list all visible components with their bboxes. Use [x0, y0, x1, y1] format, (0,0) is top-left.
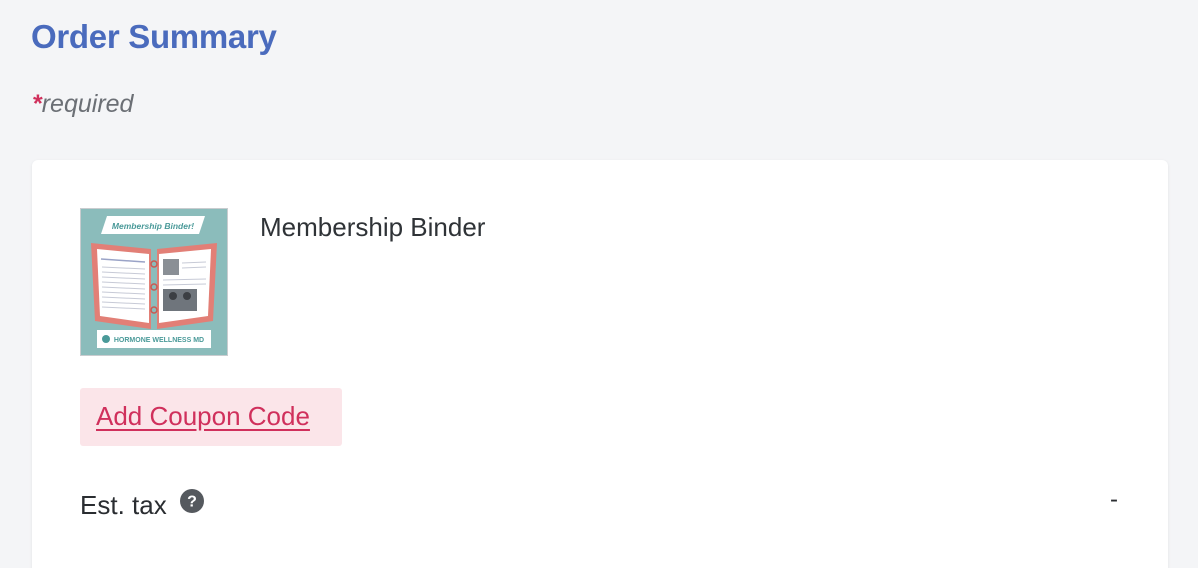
order-card: Membership Binder! HORMONE WELLNESS MD M… [32, 160, 1168, 568]
product-thumbnail: Membership Binder! HORMONE WELLNESS MD [80, 208, 228, 356]
est-tax-value: - [1110, 486, 1118, 513]
question-circle-icon[interactable]: ? [180, 489, 204, 513]
est-tax-label: Est. tax [80, 490, 167, 520]
add-coupon-code-label[interactable]: Add Coupon Code [96, 401, 310, 432]
page-title: Order Summary [31, 18, 277, 55]
thumbnail-banner-text: Membership Binder! [112, 221, 194, 231]
required-note: *required [32, 90, 133, 119]
required-text: required [41, 90, 134, 118]
required-star: * [32, 90, 42, 118]
svg-text:?: ? [187, 494, 197, 511]
order-summary-page: Order Summary *required Membership Binde… [0, 0, 1198, 568]
add-coupon-code-button[interactable]: Add Coupon Code [80, 388, 342, 446]
thumbnail-brand-text: HORMONE WELLNESS MD [114, 337, 204, 344]
product-name: Membership Binder [260, 212, 486, 242]
